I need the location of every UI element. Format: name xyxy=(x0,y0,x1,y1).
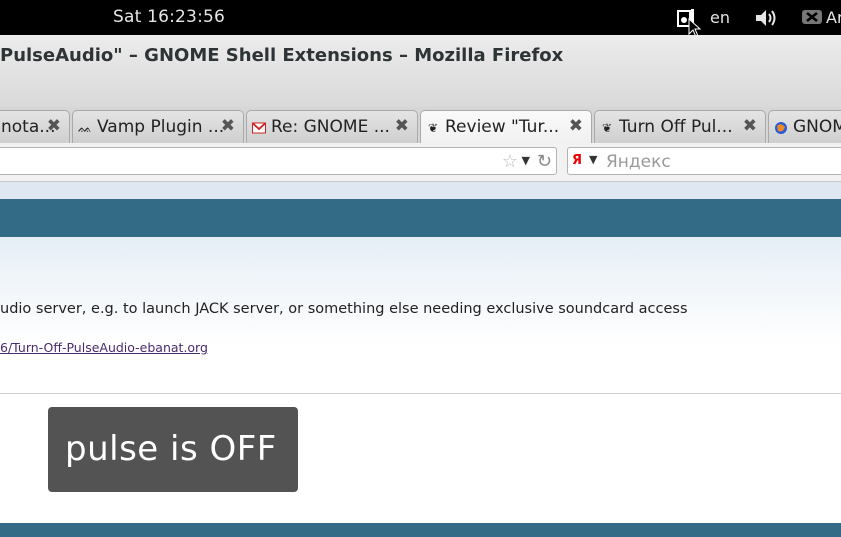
tab-3[interactable]: Re: GNOME ... ✖ xyxy=(246,110,418,143)
window-title: PulseAudio" – GNOME Shell Extensions – M… xyxy=(0,45,564,66)
site-header-bar xyxy=(0,199,841,237)
tab-strip: nota... ✖ ᨐ Vamp Plugin ... ✖ Re: GNOME … xyxy=(0,107,841,144)
user-menu[interactable]: Ar xyxy=(826,8,841,27)
tab-1[interactable]: nota... ✖ xyxy=(0,110,70,143)
tab-label: Turn Off Pul... xyxy=(619,117,733,137)
tab-label: GNOM xyxy=(793,117,841,137)
gnome-foot-icon: ❦ xyxy=(427,121,439,135)
extension-homepage-link[interactable]: 6/Turn-Off-PulseAudio-ebanat.org xyxy=(0,340,208,355)
firefox-icon xyxy=(775,122,787,134)
keyboard-layout-indicator[interactable]: en xyxy=(710,8,730,27)
top-panel: Sat 16:23:56 en Ar xyxy=(0,0,841,35)
tab-label: Review "Tur... xyxy=(445,117,560,137)
extension-info-panel: udio server, e.g. to launch JACK server,… xyxy=(0,237,841,394)
site-footer-bar xyxy=(0,523,841,537)
search-input[interactable]: Яндекс xyxy=(606,152,671,172)
gmail-icon xyxy=(252,122,266,134)
yandex-icon[interactable]: Я xyxy=(572,153,586,169)
page-top-strip xyxy=(0,182,841,199)
close-tab-icon[interactable]: ✖ xyxy=(47,116,61,136)
close-tab-icon[interactable]: ✖ xyxy=(743,116,757,136)
pulse-status-button[interactable]: pulse is OFF xyxy=(48,407,298,492)
bookmark-star-icon[interactable]: ☆ xyxy=(502,151,518,172)
extension-description: udio server, e.g. to launch JACK server,… xyxy=(0,301,688,317)
tab-2[interactable]: ᨐ Vamp Plugin ... ✖ xyxy=(72,110,244,143)
tab-6[interactable]: GNOM xyxy=(768,110,841,143)
close-tab-icon[interactable]: ✖ xyxy=(221,116,235,136)
chevron-down-icon[interactable]: ▼ xyxy=(589,153,597,166)
chevron-down-icon[interactable]: ▼ xyxy=(522,154,530,167)
close-tab-icon[interactable]: ✖ xyxy=(395,116,409,136)
url-bar[interactable]: ☆ ▼ ↻ xyxy=(0,147,557,175)
tab-4-active[interactable]: ❦ Review "Tur... ✖ xyxy=(420,110,592,144)
tab-label: Re: GNOME ... xyxy=(271,117,390,137)
reload-icon[interactable]: ↻ xyxy=(537,151,552,172)
volume-icon[interactable] xyxy=(754,8,778,28)
vamp-icon: ᨐ xyxy=(78,121,93,135)
page-content: udio server, e.g. to launch JACK server,… xyxy=(0,182,841,537)
search-bar[interactable]: Я ▼ Яндекс xyxy=(567,147,841,175)
navigation-toolbar: ☆ ▼ ↻ Я ▼ Яндекс xyxy=(0,143,841,182)
clock[interactable]: Sat 16:23:56 xyxy=(113,7,225,27)
close-tab-icon[interactable]: ✖ xyxy=(569,116,583,136)
tab-5[interactable]: ❦ Turn Off Pul... ✖ xyxy=(594,110,766,143)
gnome-foot-icon: ❦ xyxy=(601,121,613,135)
pulse-status-label: pulse is OFF xyxy=(65,429,277,469)
window-titlebar: PulseAudio" – GNOME Shell Extensions – M… xyxy=(0,35,841,107)
user-status-icon[interactable] xyxy=(801,8,823,26)
tab-label: Vamp Plugin ... xyxy=(97,117,225,137)
